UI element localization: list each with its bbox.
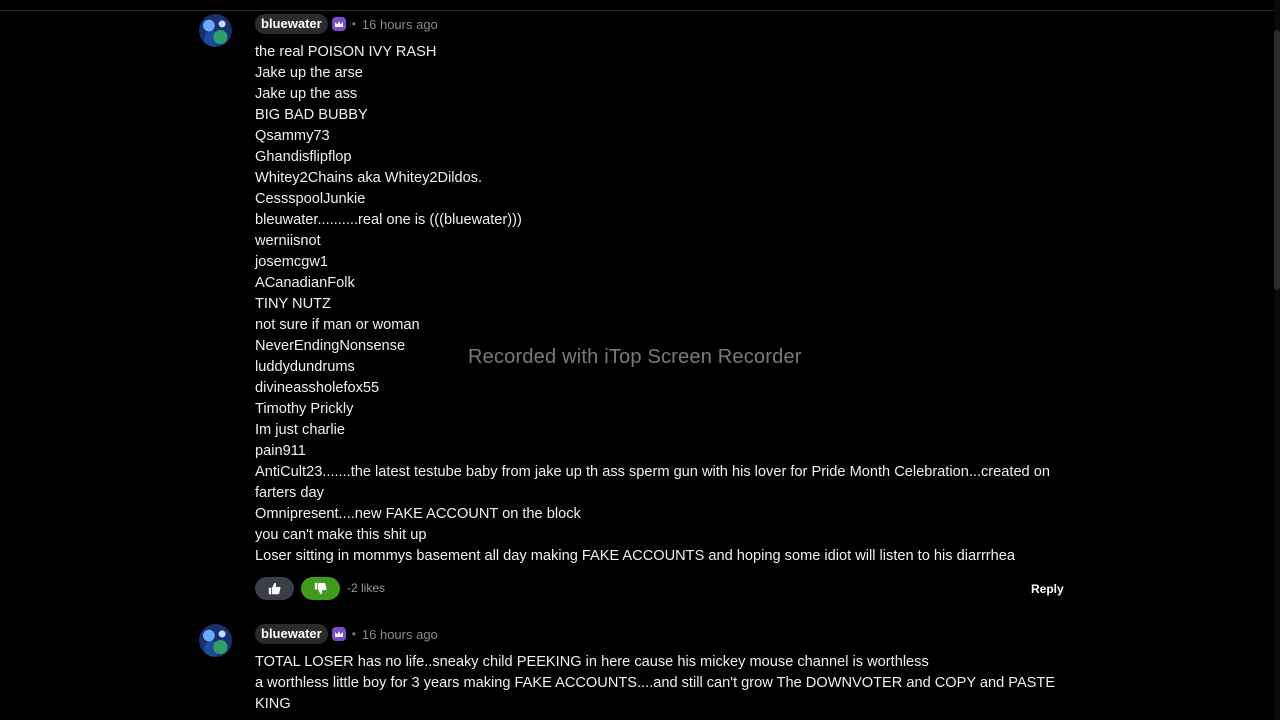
comment-line: josemcgw1 (255, 254, 328, 270)
comment-line: werniisnot (255, 233, 321, 249)
comment-line: not sure if man or woman (255, 317, 420, 333)
comment-line: CessspoolJunkie (255, 191, 366, 207)
comment-line: Loser sitting in mommys basement all day… (255, 548, 1016, 564)
comment-line: Omnipresent....new FAKE ACCOUNT on the b… (255, 506, 581, 522)
comment-body: TOTAL LOSER has no life..sneaky child PE… (255, 652, 1075, 715)
avatar[interactable] (199, 624, 232, 657)
comment-line: Whitey2Chains aka Whitey2Dildos. (255, 170, 483, 186)
comment-line: BIG BAD BUBBY (255, 107, 368, 123)
timestamp: 16 hours ago (361, 626, 438, 642)
comment-line: TOTAL LOSER has no life..sneaky child PE… (255, 654, 929, 670)
separator-dot: • (351, 627, 356, 641)
upvote-button[interactable] (255, 576, 294, 600)
username[interactable]: bluewater (255, 14, 328, 34)
comment-line: Qsammy73 (255, 128, 330, 144)
crown-icon (331, 17, 346, 31)
comment-line: pain911 (255, 443, 306, 459)
thumbs-up-icon (268, 582, 281, 594)
comment-line: AntiCult23.......the latest testube baby… (255, 464, 1050, 501)
recorder-watermark: Recorded with iTop Screen Recorder (468, 346, 802, 368)
comment-line: the real POISON IVY RASH (255, 44, 437, 60)
comment-meta: bluewater • 16 hours ago (255, 14, 438, 34)
likes-count: -2 likes (347, 581, 386, 595)
username[interactable]: bluewater (255, 624, 328, 644)
comment-line: you can't make this shit up (255, 527, 427, 543)
comment-line: Timothy Prickly (255, 401, 354, 417)
comment-meta: bluewater • 16 hours ago (255, 624, 438, 644)
comment-line: TINY NUTZ (255, 296, 331, 312)
top-divider (0, 10, 1280, 11)
crown-icon (331, 627, 346, 641)
vote-actions: -2 likes (255, 576, 385, 600)
scrollbar-thumb[interactable] (1274, 30, 1280, 290)
timestamp: 16 hours ago (361, 16, 438, 32)
avatar[interactable] (199, 14, 232, 47)
comment-line: Jake up the arse (255, 65, 363, 81)
comment-body: the real POISON IVY RASH Jake up the ars… (255, 42, 1075, 567)
reply-button[interactable]: Reply (1031, 582, 1064, 596)
thumbs-down-icon (314, 582, 327, 594)
comment-line: bleuwater..........real one is (((bluewa… (255, 212, 522, 228)
comment-line: Jake up the ass (255, 86, 358, 102)
comment-line: Ghandisflipflop (255, 149, 352, 165)
comment-line: Im just charlie (255, 422, 346, 438)
separator-dot: • (351, 17, 356, 31)
downvote-button[interactable] (301, 576, 340, 600)
comment-line: divineassholefox55 (255, 380, 380, 396)
scrollbar-track[interactable] (1274, 0, 1280, 720)
comment-line: a worthless little boy for 3 years makin… (255, 675, 1056, 712)
comment-line: ACanadianFolk (255, 275, 355, 291)
